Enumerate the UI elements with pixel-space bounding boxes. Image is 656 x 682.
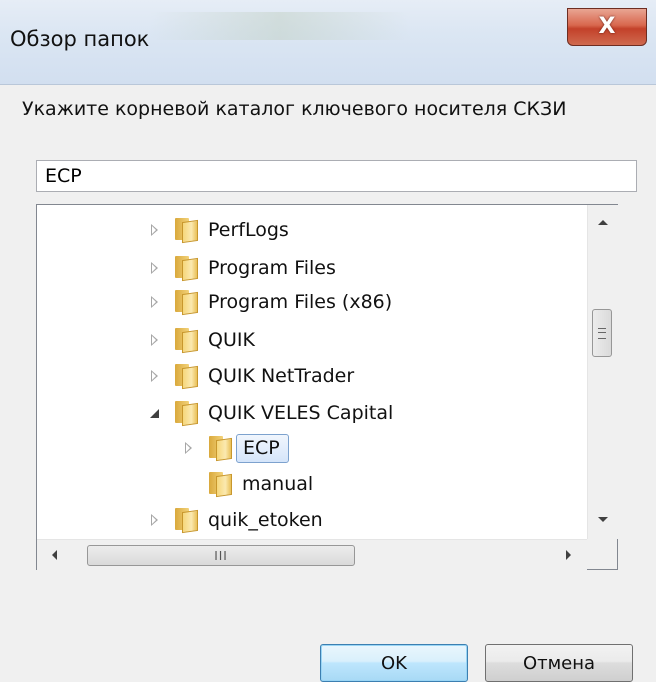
scroll-up-icon[interactable] [592,211,614,233]
folder-tree[interactable]: PerfLogs Program Files Program Files (x8… [36,204,618,570]
folder-icon [207,472,232,498]
folder-icon [173,508,198,534]
tree-item-label: QUIK NetTrader [208,365,355,387]
scroll-right-icon[interactable] [557,544,579,566]
tree-item-perflogs[interactable]: PerfLogs [147,215,289,245]
scroll-left-icon[interactable] [43,544,65,566]
folder-icon [207,436,232,462]
tree-item-ecp[interactable]: ECP [181,433,289,463]
close-icon: X [598,14,616,39]
expand-arrow-icon[interactable] [147,261,161,275]
folder-icon [173,401,198,427]
folder-path-input[interactable] [36,160,637,192]
grip-icon [598,327,606,339]
vertical-scroll-thumb[interactable] [592,309,612,357]
vertical-scrollbar[interactable] [587,205,618,539]
tree-item-manual[interactable]: manual [207,469,313,499]
tree-item-quik[interactable]: QUIK [147,325,255,355]
tree-item-quik-etoken[interactable]: quik_etoken [147,505,323,535]
cancel-button[interactable]: Отмена [485,644,633,682]
title-bar: Обзор папок X [0,0,656,85]
folder-icon [173,328,198,354]
tree-item-program-files-x86[interactable]: Program Files (x86) [147,287,392,317]
folder-icon [173,290,198,316]
expand-arrow-icon[interactable] [147,295,161,309]
horizontal-scrollbar[interactable]: III [37,539,587,570]
scroll-down-icon[interactable] [592,508,614,530]
tree-item-quik-veles-capital[interactable]: QUIK VELES Capital [147,398,393,428]
window-title: Обзор папок [10,27,150,51]
ok-button[interactable]: OK [320,644,468,682]
tree-item-label: QUIK [208,329,255,351]
expand-arrow-icon[interactable] [147,223,161,237]
tree-item-label: ECP [236,433,289,463]
close-button[interactable]: X [567,8,647,46]
collapse-arrow-icon[interactable] [147,406,161,420]
expand-arrow-icon[interactable] [147,333,161,347]
folder-icon [173,218,198,244]
tree-item-quik-nettrader[interactable]: QUIK NetTrader [147,361,354,391]
tree-item-label: quik_etoken [208,509,323,531]
tree-item-label: Program Files (x86) [208,291,393,313]
expand-arrow-icon[interactable] [147,369,161,383]
folder-icon [173,364,198,390]
instruction-label: Укажите корневой каталог ключевого носит… [22,98,567,120]
scrollbar-corner [587,539,617,569]
expand-arrow-icon[interactable] [147,513,161,527]
tree-item-program-files[interactable]: Program Files [147,253,336,283]
tree-item-label: QUIK VELES Capital [208,402,394,424]
horizontal-scroll-thumb[interactable]: III [87,545,355,566]
folder-icon [173,256,198,282]
expand-arrow-icon[interactable] [181,441,195,455]
tree-item-label: manual [242,473,314,495]
tree-item-label: Program Files [208,257,336,279]
tree-item-label: PerfLogs [208,219,289,241]
